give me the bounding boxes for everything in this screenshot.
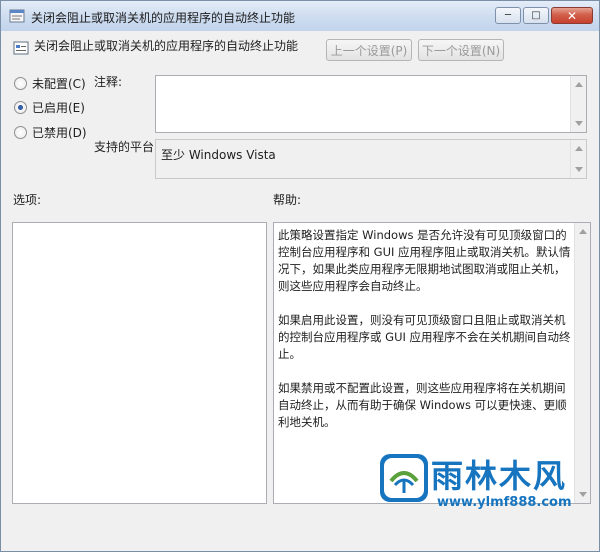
minimize-button[interactable]: ─ xyxy=(495,7,521,24)
radio-label: 已禁用(D) xyxy=(32,126,87,140)
scroll-up-icon[interactable] xyxy=(575,146,583,151)
radio-enabled[interactable]: 已启用(E) xyxy=(14,99,85,116)
help-text: 此策略设置指定 Windows 是否允许没有可见顶级窗口的控制台应用程序和 GU… xyxy=(278,227,574,448)
scroll-down-icon[interactable] xyxy=(575,167,583,172)
setting-title: 关闭会阻止或取消关机的应用程序的自动终止功能 xyxy=(34,39,299,53)
radio-label: 未配置(C) xyxy=(32,77,86,91)
options-label: 选项: xyxy=(13,193,42,207)
watermark-title: 雨林木风 xyxy=(431,457,568,495)
radio-button-selected[interactable] xyxy=(14,101,27,114)
radio-button[interactable] xyxy=(14,77,27,90)
help-paragraph: 此策略设置指定 Windows 是否允许没有可见顶级窗口的控制台应用程序和 GU… xyxy=(278,228,571,293)
comment-label: 注释: xyxy=(94,75,123,89)
title-bar[interactable]: 关闭会阻止或取消关机的应用程序的自动终止功能 ─ □ ✕ xyxy=(1,1,599,31)
platform-value: 至少 Windows Vista xyxy=(161,148,276,162)
watermark-logo-icon xyxy=(380,454,428,502)
help-label: 帮助: xyxy=(273,193,302,207)
window-controls: ─ □ ✕ xyxy=(495,7,593,25)
window-title: 关闭会阻止或取消关机的应用程序的自动终止功能 xyxy=(31,11,296,25)
watermark: 雨林木风 www.ylmf888.com xyxy=(377,443,597,543)
scroll-up-icon[interactable] xyxy=(575,82,583,87)
previous-setting-button[interactable]: 上一个设置(P) xyxy=(326,39,412,61)
radio-disabled[interactable]: 已禁用(D) xyxy=(14,124,87,141)
scroll-up-icon[interactable] xyxy=(579,229,587,234)
options-panel xyxy=(12,222,267,504)
help-paragraph: 如果启用此设置，则没有可见顶级窗口且阻止或取消关机的控制台应用程序或 GUI 应… xyxy=(278,313,571,361)
comment-input[interactable] xyxy=(155,75,587,133)
maximize-button[interactable]: □ xyxy=(523,7,549,24)
next-setting-button[interactable]: 下一个设置(N) xyxy=(418,39,504,61)
platform-scrollbar[interactable] xyxy=(570,140,586,178)
scroll-down-icon[interactable] xyxy=(575,121,583,126)
radio-button[interactable] xyxy=(14,126,27,139)
platform-label: 支持的平台: xyxy=(94,140,159,154)
watermark-url: www.ylmf888.com xyxy=(437,495,572,510)
setting-icon xyxy=(13,41,29,55)
policy-window: 关闭会阻止或取消关机的应用程序的自动终止功能 ─ □ ✕ 关闭会阻止或取消关机的… xyxy=(0,0,600,552)
radio-label: 已启用(E) xyxy=(32,101,85,115)
platform-field: 至少 Windows Vista xyxy=(155,139,587,179)
radio-not-configured[interactable]: 未配置(C) xyxy=(14,75,86,92)
help-paragraph: 如果禁用或不配置此设置，则这些应用程序将在关机期间自动终止，从而有助于确保 Wi… xyxy=(278,381,567,429)
close-button[interactable]: ✕ xyxy=(551,7,593,24)
policy-icon xyxy=(9,9,25,23)
comment-scrollbar[interactable] xyxy=(570,76,586,132)
